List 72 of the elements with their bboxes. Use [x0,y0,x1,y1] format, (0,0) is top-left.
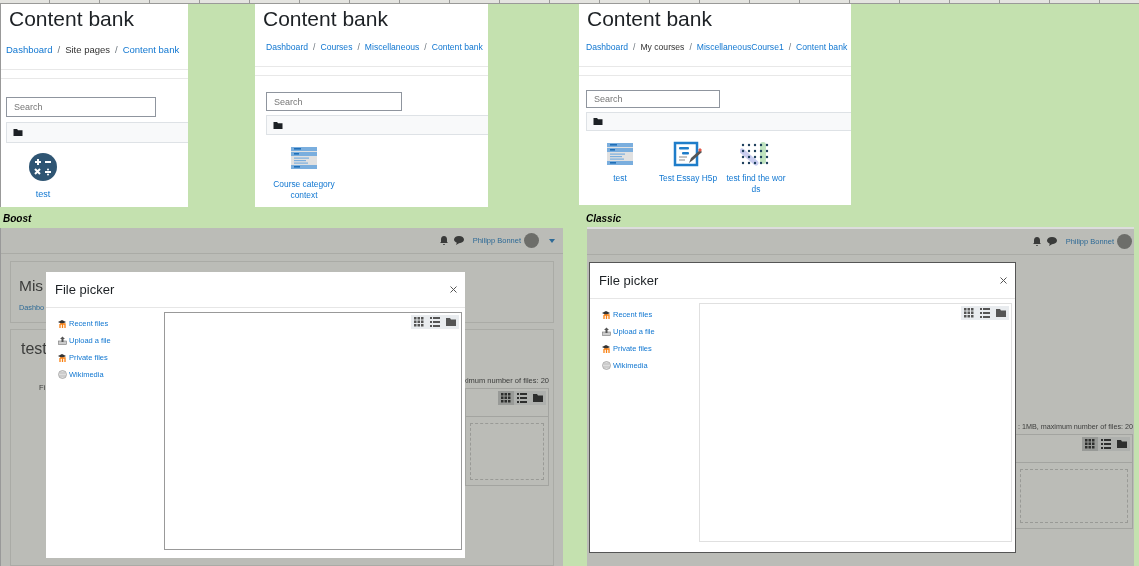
breadcrumb-separator: / [689,42,692,52]
mortarboard-icon [58,319,67,328]
avatar [524,233,539,248]
breadcrumb-separator: / [357,42,360,52]
breadcrumb-separator: / [788,42,792,52]
caret-icon [549,238,555,243]
chat-icon [453,236,464,245]
list-icon [605,141,635,167]
folder-icon [13,128,23,137]
breadcrumb-link[interactable]: Courses [320,42,353,52]
breadcrumb-separator: / [57,44,61,55]
search-field[interactable]: Search [266,92,402,111]
page-title: Content bank [262,6,389,32]
grid-view-button[interactable] [498,391,514,405]
theme-label: Boost [3,213,32,224]
bell-icon [1032,237,1041,246]
globe-icon [602,361,611,370]
search-field[interactable]: Search [586,90,720,108]
list-view-button[interactable] [427,315,443,329]
content-link[interactable]: test [589,173,651,184]
list-view-button[interactable] [514,391,530,405]
section-title: test [21,340,47,358]
dialog-title: File picker [55,282,115,297]
list-icon [289,145,319,171]
page-title: Content bank [8,6,135,32]
breadcrumb-link[interactable]: Content bank [122,44,180,55]
upload-icon [58,336,67,345]
close-icon [1000,277,1007,284]
globe-icon [58,370,67,379]
upload-icon [602,327,611,336]
breadcrumb-link[interactable]: Dashboard [266,42,309,52]
breadcrumb-link[interactable]: Miscellaneous [364,42,420,52]
folder-button[interactable] [1114,437,1130,451]
breadcrumb-link[interactable]: MiscellaneousCourse1 [696,42,784,52]
content-link[interactable]: test find the words [725,173,787,195]
mortarboard-icon [58,353,67,362]
mortarboard-icon [602,344,611,353]
folder-button[interactable] [530,391,546,405]
grid-view-button[interactable] [961,306,977,320]
mortarboard-icon [602,310,611,319]
folder-icon [273,120,283,130]
content-link[interactable]: Course category context [273,179,335,201]
folder-button[interactable] [443,315,459,329]
list-view-button[interactable] [977,306,993,320]
grid-view-button[interactable] [411,315,427,329]
breadcrumb-link[interactable]: Content bank [431,42,483,52]
calculator-icon [27,153,59,181]
breadcrumb-separator: / [313,42,316,52]
dialog-title: File picker [599,273,659,288]
content-link[interactable]: test [12,189,74,200]
breadcrumb-separator: / [115,44,118,55]
folder-button[interactable] [993,306,1009,320]
avatar [1117,234,1132,249]
theme-label: Classic [586,213,622,224]
breadcrumb-item: My courses [640,42,685,52]
essay-icon [673,141,703,167]
breadcrumb-link[interactable]: Content bank [796,42,848,52]
breadcrumb-separator: / [633,42,636,52]
search-field[interactable]: Search [6,97,156,117]
breadcrumb-item: Site pages [65,44,111,55]
page-heading: Mis [19,276,44,296]
breadcrumb-separator: / [424,42,427,52]
close-icon [450,286,457,293]
content-link[interactable]: Test Essay H5p [657,173,719,184]
breadcrumb-link[interactable]: Dashboard [6,44,53,55]
page-title: Content bank [586,6,713,32]
folder-icon [593,117,603,126]
chat-icon [1046,237,1057,246]
bell-icon [439,236,448,245]
grid-view-button[interactable] [1082,437,1098,451]
breadcrumb-link[interactable]: Dashboard [586,42,629,52]
list-view-button[interactable] [1098,437,1114,451]
